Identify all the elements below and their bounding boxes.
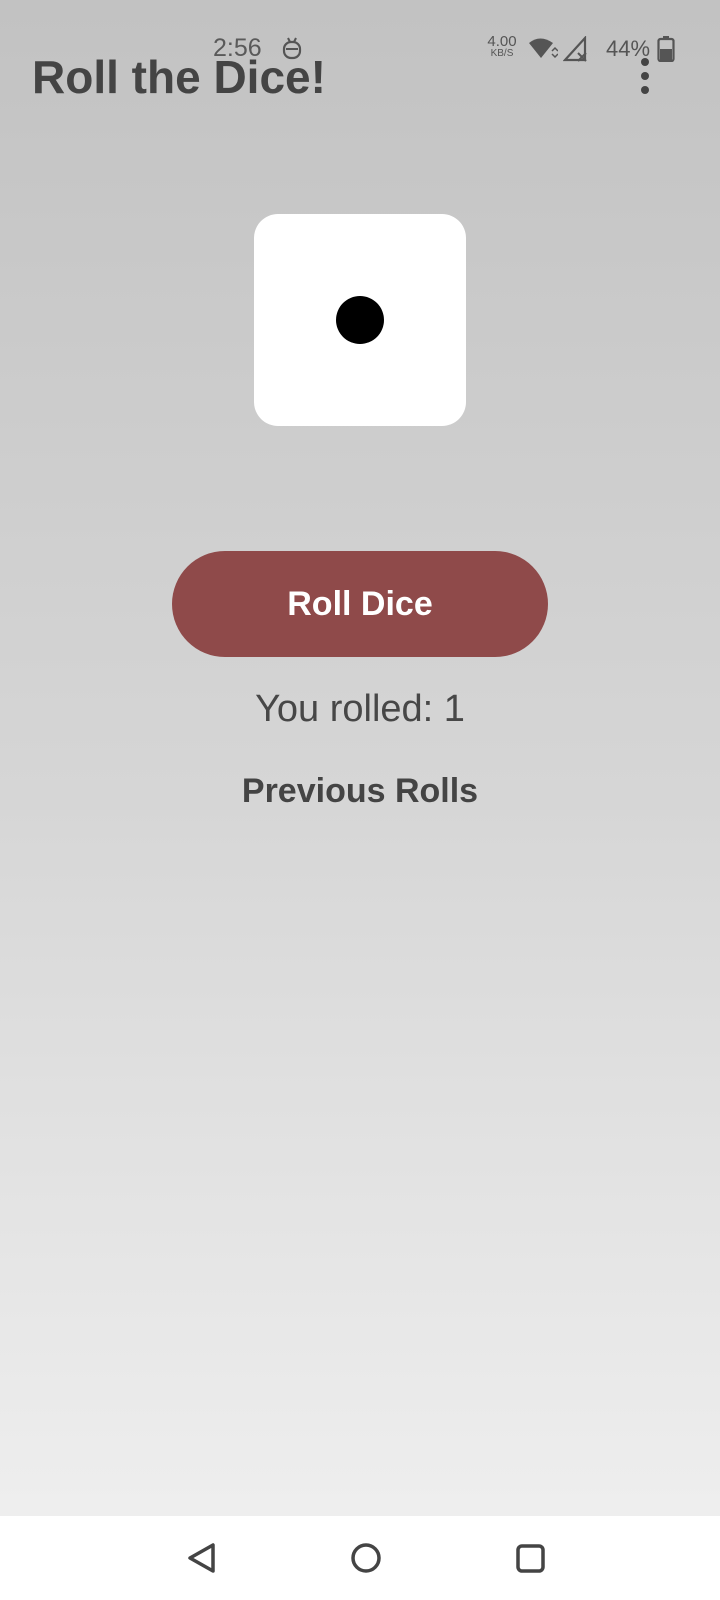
previous-rolls-heading: Previous Rolls [241, 772, 479, 810]
app-title: Roll the Dice! [32, 51, 326, 103]
roll-dice-button[interactable]: Roll Dice [172, 551, 548, 657]
home-circle-icon[interactable] [338, 1530, 394, 1586]
more-vert-icon[interactable] [632, 56, 658, 96]
signal-no-service-icon [562, 35, 589, 62]
network-speed: 4.00 KB/S [484, 34, 520, 59]
dice-face [254, 214, 466, 426]
battery-icon [657, 36, 675, 63]
navigation-bar [0, 1516, 720, 1600]
network-speed-unit: KB/S [490, 48, 514, 59]
dice-pip [336, 296, 384, 344]
back-triangle-icon[interactable] [174, 1530, 230, 1586]
roll-result-text: You rolled: 1 [255, 688, 465, 730]
recents-square-icon[interactable] [502, 1530, 558, 1586]
wifi-icon [528, 37, 559, 61]
network-speed-value: 4.00 [487, 33, 517, 50]
